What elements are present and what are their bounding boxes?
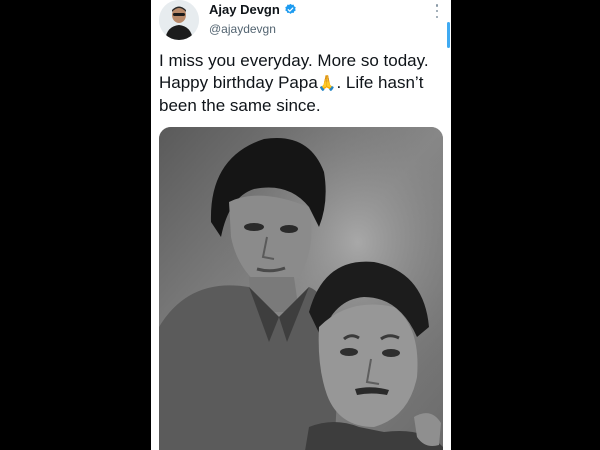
scrollbar[interactable] <box>447 22 450 48</box>
author-handle[interactable]: @ajaydevgn <box>209 22 276 36</box>
more-options-icon[interactable] <box>435 4 439 18</box>
avatar-image <box>159 0 199 40</box>
verified-badge-icon <box>285 3 296 14</box>
author-name[interactable]: Ajay Devgn <box>209 2 280 17</box>
folded-hands-emoji: 🙏 <box>317 75 337 92</box>
tweet-card: Ajay Devgn @ajaydevgn I miss you everyda… <box>151 0 451 450</box>
avatar[interactable] <box>159 0 199 40</box>
tweet-text-line-2: Happy birthday Papa🙏. Life hasn’t <box>159 72 443 95</box>
tweet-text-line-2a: Happy birthday Papa <box>159 73 318 92</box>
tweet-photo[interactable] <box>159 127 443 450</box>
tweet-text-line-1: I miss you everyday. More so today. <box>159 51 429 70</box>
author-name-row: Ajay Devgn <box>209 2 297 17</box>
tweet-text: I miss you everyday. More so today. Happ… <box>159 50 443 117</box>
tweet-text-line-3: been the same since. <box>159 96 321 115</box>
tweet-text-line-2b: . Life hasn’t <box>336 73 424 92</box>
photo-image <box>159 127 443 450</box>
